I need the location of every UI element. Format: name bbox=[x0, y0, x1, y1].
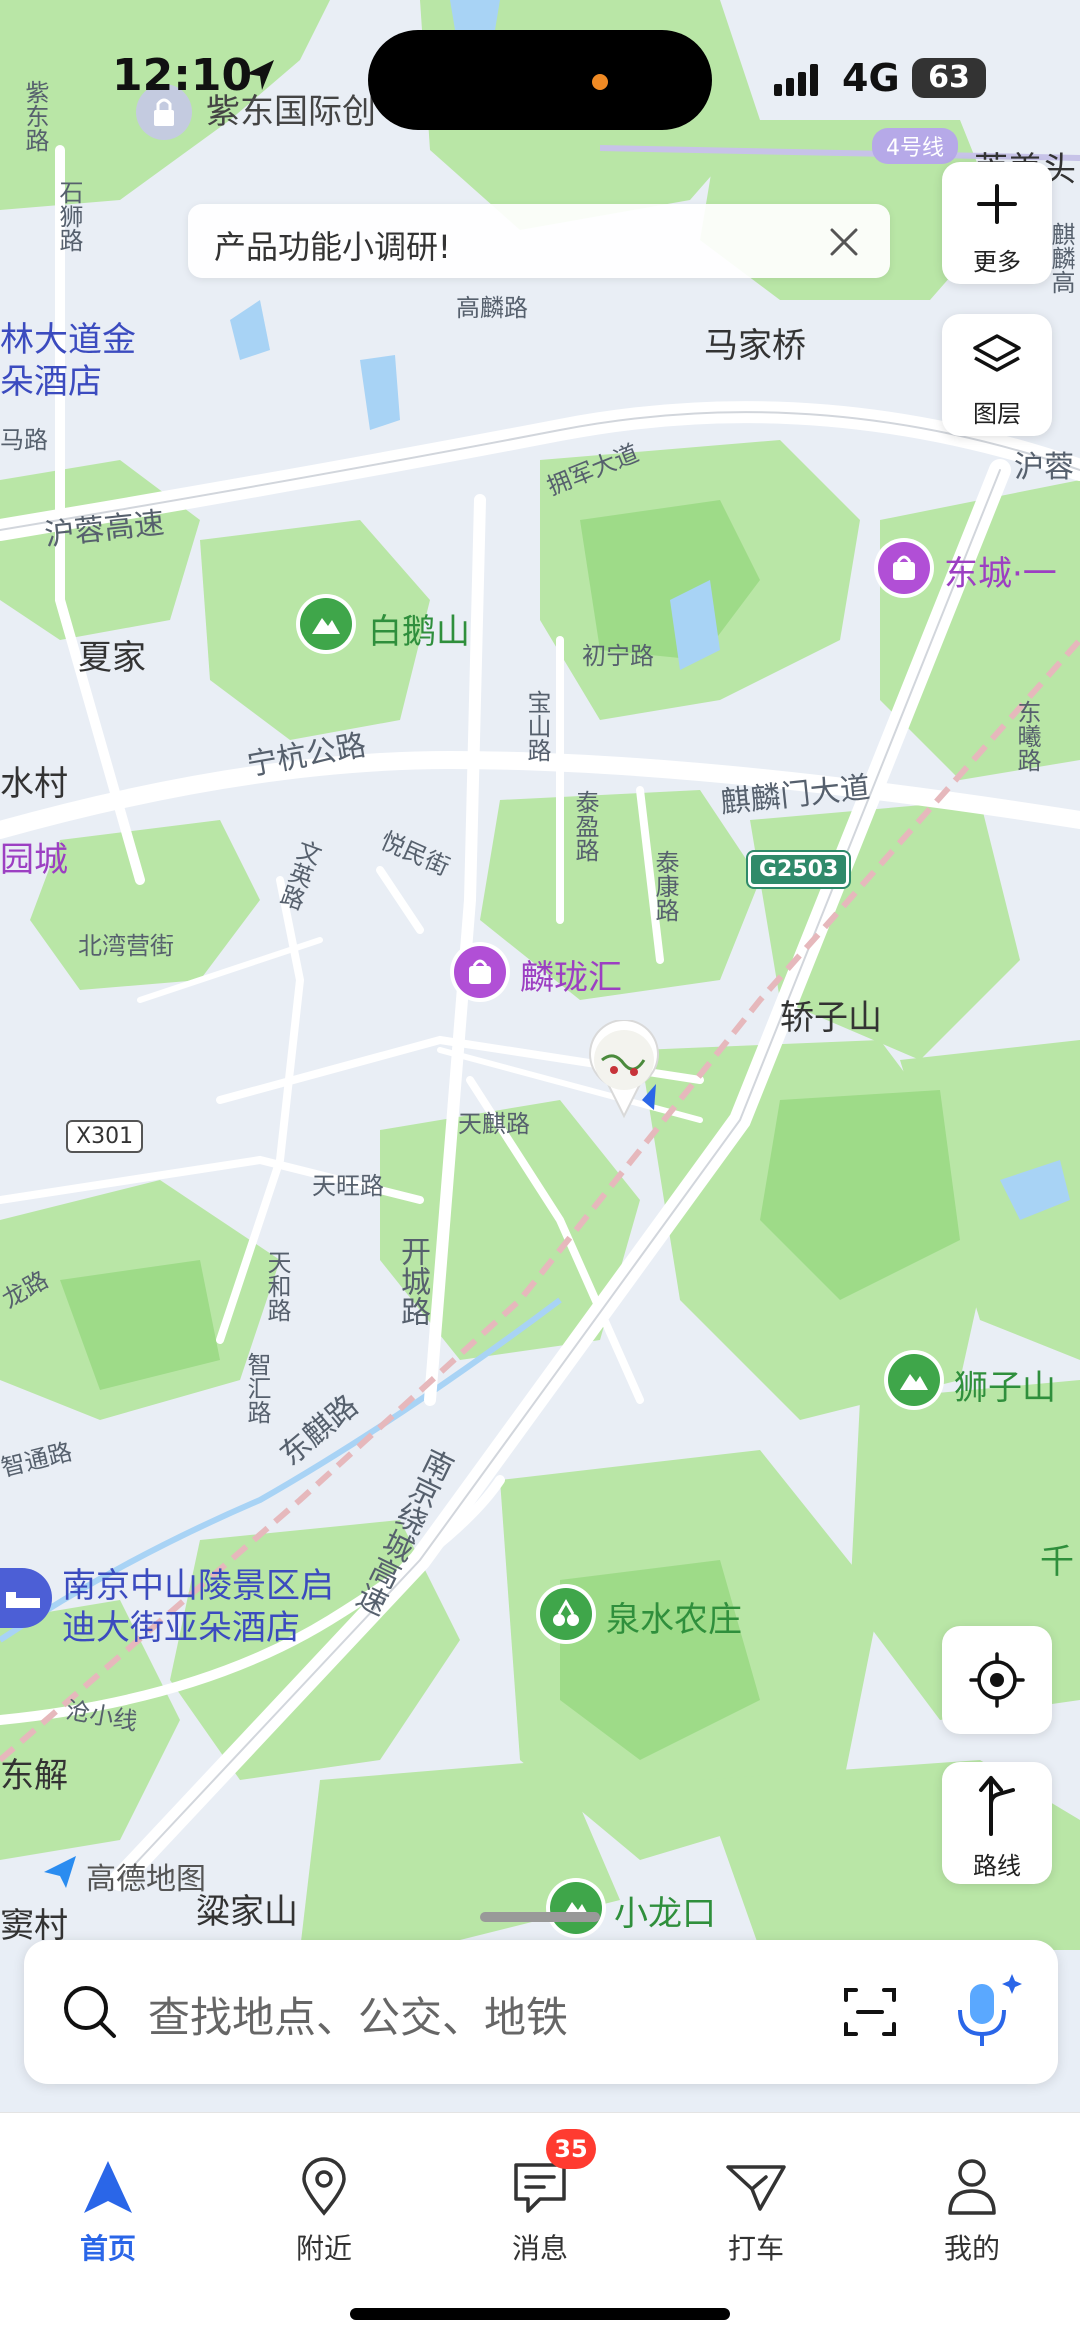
place-yuancheng: 园城 bbox=[0, 840, 68, 880]
road-gaolin: 高麟路 bbox=[456, 294, 528, 322]
road-raocheng: 南京绕城高速 bbox=[347, 1441, 458, 1619]
place-dongjie: 东解 bbox=[0, 1756, 68, 1796]
voice-microphone-icon[interactable] bbox=[950, 1970, 1030, 2054]
gaode-logo-icon bbox=[40, 1852, 80, 1892]
layers-icon bbox=[973, 334, 1021, 372]
poi-baieshan-label[interactable]: 白鹅山 bbox=[368, 604, 470, 653]
road-zhihui: 智汇路 bbox=[243, 1352, 271, 1424]
search-icon bbox=[64, 1986, 116, 2038]
poi-xiaolongkou-label[interactable]: 小龙口 bbox=[614, 1886, 716, 1935]
plus-icon bbox=[977, 184, 1017, 224]
road-hurong-right: 沪蓉 bbox=[1014, 450, 1074, 485]
road-ninghang: 宁杭公路 bbox=[244, 727, 369, 784]
taxi-flag-icon bbox=[726, 2165, 786, 2211]
sheet-drag-handle[interactable] bbox=[480, 1912, 600, 1922]
poi-quanshui-label[interactable]: 泉水农庄 bbox=[606, 1592, 742, 1641]
road-zidong: 紫东路 bbox=[21, 80, 49, 152]
place-jiaozishan: 轿子山 bbox=[780, 998, 882, 1038]
gaode-logo-text: 高德地图 bbox=[86, 1862, 206, 1897]
more-button[interactable]: 更多 bbox=[942, 162, 1052, 284]
mountain-icon[interactable] bbox=[884, 1350, 944, 1410]
road-yuemin: 悦民街 bbox=[376, 826, 454, 882]
place-qian: 千 bbox=[1040, 1542, 1074, 1582]
poi-dongcheng-label[interactable]: 东城·一 bbox=[944, 546, 1057, 595]
tab-home[interactable]: 首页 bbox=[38, 2137, 178, 2267]
shopping-bag-icon[interactable] bbox=[450, 942, 510, 1002]
navigation-arrow-icon bbox=[84, 2161, 132, 2213]
hotel-top-line2[interactable]: 朵酒店 bbox=[0, 354, 102, 403]
place-shuicun: 水村 bbox=[0, 764, 68, 804]
place-majiaqiao: 马家桥 bbox=[704, 326, 806, 366]
road-shishi: 石狮路 bbox=[55, 180, 83, 252]
lock-icon bbox=[136, 84, 192, 140]
tab-messages-label: 消息 bbox=[511, 2232, 568, 2265]
tab-messages[interactable]: 35 消息 bbox=[470, 2129, 610, 2267]
layers-button-label: 图层 bbox=[973, 400, 1021, 428]
tab-home-label: 首页 bbox=[79, 2232, 136, 2265]
road-tianhe: 天和路 bbox=[263, 1250, 291, 1322]
road-long: 龙路 bbox=[0, 1265, 54, 1314]
road-yongjun: 拥军大道 bbox=[543, 438, 643, 501]
road-hurong: 沪蓉高速 bbox=[42, 505, 166, 554]
road-baoshan: 宝山路 bbox=[523, 690, 551, 762]
map-labels: 紫东国际创 马家桥 夏家 水村 园城 轿子山 粱家山 东解 窦村 千 菩姜头 白… bbox=[0, 0, 1080, 1950]
road-kaicheng: 开城路 bbox=[395, 1236, 430, 1326]
scan-icon[interactable] bbox=[840, 1982, 900, 2042]
current-location-marker[interactable] bbox=[584, 1019, 664, 1120]
road-x301-shield: X301 bbox=[66, 1120, 144, 1153]
road-chuning: 初宁路 bbox=[582, 642, 654, 670]
survey-banner-text[interactable]: 产品功能小调研! bbox=[214, 222, 451, 268]
place-liujiashan: 粱家山 bbox=[196, 1892, 298, 1932]
tab-nearby-label: 附近 bbox=[295, 2232, 352, 2265]
location-pin-icon bbox=[302, 2157, 346, 2216]
mountain-icon[interactable] bbox=[546, 1878, 606, 1938]
poi-linlonghui-label[interactable]: 麟珑汇 bbox=[520, 950, 622, 999]
road-canghu: 沧小线 bbox=[63, 1695, 140, 1737]
locate-crosshair-icon bbox=[969, 1652, 1025, 1708]
search-bar[interactable]: 查找地点、公交、地铁 bbox=[24, 1940, 1058, 2084]
road-ma: 马路 bbox=[0, 426, 48, 454]
route-arrow-icon bbox=[979, 1776, 1015, 1836]
tab-taxi-label: 打车 bbox=[727, 2232, 784, 2265]
road-dongxi: 东曦路 bbox=[1013, 700, 1041, 772]
shopping-bag-icon[interactable] bbox=[874, 538, 934, 598]
road-dongqi: 东麒路 bbox=[273, 1388, 365, 1474]
road-qilinmen: 麒麟门大道 bbox=[718, 770, 872, 821]
place-zidong: 紫东国际创 bbox=[206, 92, 376, 132]
highway-g2503-shield: G2503 bbox=[745, 850, 852, 889]
messages-badge: 35 bbox=[546, 2129, 596, 2169]
place-xiajia: 夏家 bbox=[78, 638, 146, 678]
search-input[interactable]: 查找地点、公交、地铁 bbox=[148, 1984, 568, 2045]
road-zhitong: 智通路 bbox=[0, 1437, 75, 1483]
cherry-icon[interactable] bbox=[536, 1584, 596, 1644]
tab-nearby[interactable]: 附近 bbox=[254, 2137, 394, 2267]
tab-profile-label: 我的 bbox=[943, 2232, 1000, 2265]
route-button-label: 路线 bbox=[973, 1852, 1021, 1880]
survey-banner[interactable]: 产品功能小调研! bbox=[188, 204, 890, 278]
poi-shizishan-label[interactable]: 狮子山 bbox=[954, 1360, 1056, 1409]
close-icon[interactable] bbox=[816, 214, 872, 270]
road-tianwang: 天旺路 bbox=[312, 1172, 384, 1200]
road-taiying: 泰盈路 bbox=[571, 790, 599, 862]
road-taikang: 泰康路 bbox=[651, 850, 679, 922]
locate-button[interactable] bbox=[942, 1626, 1052, 1734]
user-icon bbox=[948, 2159, 996, 2215]
road-tianqi: 天麒路 bbox=[458, 1110, 530, 1138]
more-button-label: 更多 bbox=[973, 248, 1021, 276]
poi-baieshan-icon[interactable] bbox=[296, 594, 356, 654]
tab-taxi[interactable]: 打车 bbox=[686, 2137, 826, 2267]
metro-line-4-badge: 4号线 bbox=[872, 128, 958, 164]
hotel-bottom-line2[interactable]: 迪大街亚朵酒店 bbox=[62, 1600, 300, 1649]
tab-profile[interactable]: 我的 bbox=[902, 2137, 1042, 2267]
road-wenying: 文英路 bbox=[273, 835, 325, 913]
hotel-bed-icon[interactable] bbox=[0, 1568, 52, 1628]
route-button[interactable]: 路线 bbox=[942, 1762, 1052, 1884]
home-indicator[interactable] bbox=[350, 2308, 730, 2320]
layers-button[interactable]: 图层 bbox=[942, 314, 1052, 436]
road-beiwanying: 北湾营街 bbox=[78, 932, 174, 960]
